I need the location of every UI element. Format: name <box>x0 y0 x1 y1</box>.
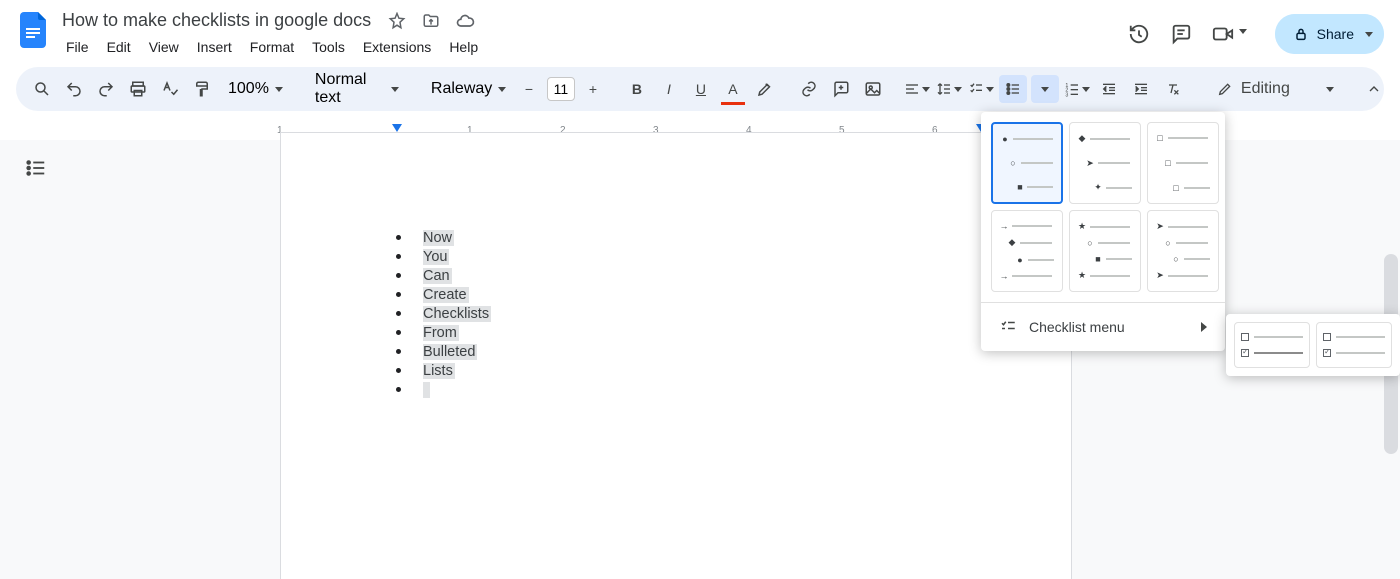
decrease-indent-icon[interactable] <box>1095 75 1123 103</box>
style-value: Normal text <box>315 71 385 107</box>
paragraph-style-dropdown[interactable]: Normal text <box>307 75 407 103</box>
list-item-text: Lists <box>423 363 455 379</box>
menu-extensions[interactable]: Extensions <box>355 35 439 59</box>
zoom-value: 100% <box>228 80 269 98</box>
line-spacing-dropdown[interactable] <box>935 75 963 103</box>
document-page[interactable]: Now You Can Create Checklists From Bulleted Lis… <box>280 132 1072 579</box>
menu-insert[interactable]: Insert <box>189 35 240 59</box>
checklist-style-option-1[interactable] <box>1234 322 1310 368</box>
bullet-dot-icon <box>396 311 401 316</box>
numbered-list-dropdown[interactable]: 123 <box>1063 75 1091 103</box>
font-size-increase[interactable]: + <box>579 75 607 103</box>
menu-edit[interactable]: Edit <box>99 35 139 59</box>
font-value: Raleway <box>431 80 492 98</box>
doc-title[interactable]: How to make checklists in google docs <box>58 8 375 33</box>
bullet-dot-icon <box>396 368 401 373</box>
list-item[interactable]: Can <box>396 266 491 285</box>
insert-link-icon[interactable] <box>795 75 823 103</box>
list-item[interactable]: Lists <box>396 361 491 380</box>
bold-icon[interactable]: B <box>623 75 651 103</box>
bullet-style-option-3[interactable]: □ □ □ <box>1147 122 1219 204</box>
paint-format-icon[interactable] <box>188 75 216 103</box>
bulleted-list-button[interactable] <box>999 75 1027 103</box>
increase-indent-icon[interactable] <box>1127 75 1155 103</box>
comments-icon[interactable] <box>1167 20 1195 48</box>
submenu-arrow-icon <box>1201 322 1207 332</box>
list-item[interactable]: Bulleted <box>396 342 491 361</box>
meet-icon[interactable] <box>1209 20 1237 48</box>
menu-help[interactable]: Help <box>441 35 486 59</box>
font-size-input[interactable] <box>547 77 575 101</box>
checklist-menu-label: Checklist menu <box>1029 319 1125 335</box>
spellcheck-icon[interactable] <box>156 75 184 103</box>
clear-formatting-icon[interactable] <box>1159 75 1187 103</box>
font-dropdown[interactable]: Raleway <box>423 75 499 103</box>
text-color-icon[interactable]: A <box>719 75 747 103</box>
document-outline-icon[interactable] <box>22 154 50 182</box>
list-item-text: Bulleted <box>423 344 477 360</box>
list-item-text: You <box>423 249 449 265</box>
zoom-dropdown[interactable]: 100% <box>220 75 291 103</box>
underline-icon[interactable]: U <box>687 75 715 103</box>
bullet-style-option-5[interactable]: ★ ○ ■ ★ <box>1069 210 1141 292</box>
docs-logo[interactable] <box>16 12 52 48</box>
collapse-toolbar-icon[interactable] <box>1360 75 1388 103</box>
list-item[interactable]: Create <box>396 285 491 304</box>
list-item-text: From <box>423 325 459 341</box>
bullet-style-option-6[interactable]: ➤ ○ ○ ➤ <box>1147 210 1219 292</box>
list-item[interactable]: You <box>396 247 491 266</box>
bullet-style-option-2[interactable]: ◆ ➤ ✦ <box>1069 122 1141 204</box>
checklist-menu-item[interactable]: Checklist menu <box>987 309 1219 345</box>
list-item-empty[interactable] <box>396 380 491 399</box>
list-item-text: Can <box>423 268 452 284</box>
checklist-dropdown[interactable] <box>967 75 995 103</box>
add-comment-icon[interactable] <box>827 75 855 103</box>
editing-label: Editing <box>1241 80 1290 98</box>
share-label: Share <box>1317 26 1354 42</box>
menu-format[interactable]: Format <box>242 35 302 59</box>
cloud-status-icon[interactable] <box>453 9 477 33</box>
search-menus-icon[interactable] <box>28 75 56 103</box>
menu-tools[interactable]: Tools <box>304 35 353 59</box>
share-caret[interactable] <box>1354 14 1384 54</box>
text-cursor <box>423 382 430 398</box>
list-item[interactable]: From <box>396 323 491 342</box>
menu-view[interactable]: View <box>141 35 187 59</box>
history-icon[interactable] <box>1125 20 1153 48</box>
list-item-text: Create <box>423 287 469 303</box>
insert-image-icon[interactable] <box>859 75 887 103</box>
checklist-style-option-2[interactable] <box>1316 322 1392 368</box>
bullet-style-option-1[interactable]: ● ○ ■ <box>991 122 1063 204</box>
list-item-text: Checklists <box>423 306 491 322</box>
list-item[interactable]: Checklists <box>396 304 491 323</box>
editing-mode-dropdown[interactable]: Editing <box>1207 80 1344 98</box>
svg-text:3: 3 <box>1065 92 1068 97</box>
bullet-dot-icon <box>396 349 401 354</box>
menu-file[interactable]: File <box>58 35 97 59</box>
bulleted-list-caret[interactable] <box>1031 75 1059 103</box>
bullet-dot-icon <box>396 330 401 335</box>
star-icon[interactable] <box>385 9 409 33</box>
align-dropdown[interactable] <box>903 75 931 103</box>
bullet-dot-icon <box>396 235 401 240</box>
bullet-dot-icon <box>396 254 401 259</box>
print-icon[interactable] <box>124 75 152 103</box>
toolbar: 100% Normal text Raleway − + B I U A 123… <box>16 67 1384 111</box>
font-size-decrease[interactable]: − <box>515 75 543 103</box>
bullet-dot-icon <box>396 387 401 392</box>
italic-icon[interactable]: I <box>655 75 683 103</box>
list-item[interactable]: Now <box>396 228 491 247</box>
highlight-icon[interactable] <box>751 75 779 103</box>
bullet-style-option-4[interactable]: → ◆ ● → <box>991 210 1063 292</box>
bullet-dot-icon <box>396 273 401 278</box>
redo-icon[interactable] <box>92 75 120 103</box>
list-item-text: Now <box>423 230 454 246</box>
move-icon[interactable] <box>419 9 443 33</box>
undo-icon[interactable] <box>60 75 88 103</box>
bullet-dot-icon <box>396 292 401 297</box>
bulleted-list-style-panel: ● ○ ■ ◆ ➤ ✦ □ □ □ → ◆ ● → ★ ○ ■ ★ ➤ ○ <box>981 112 1225 351</box>
checklist-submenu <box>1226 314 1400 376</box>
